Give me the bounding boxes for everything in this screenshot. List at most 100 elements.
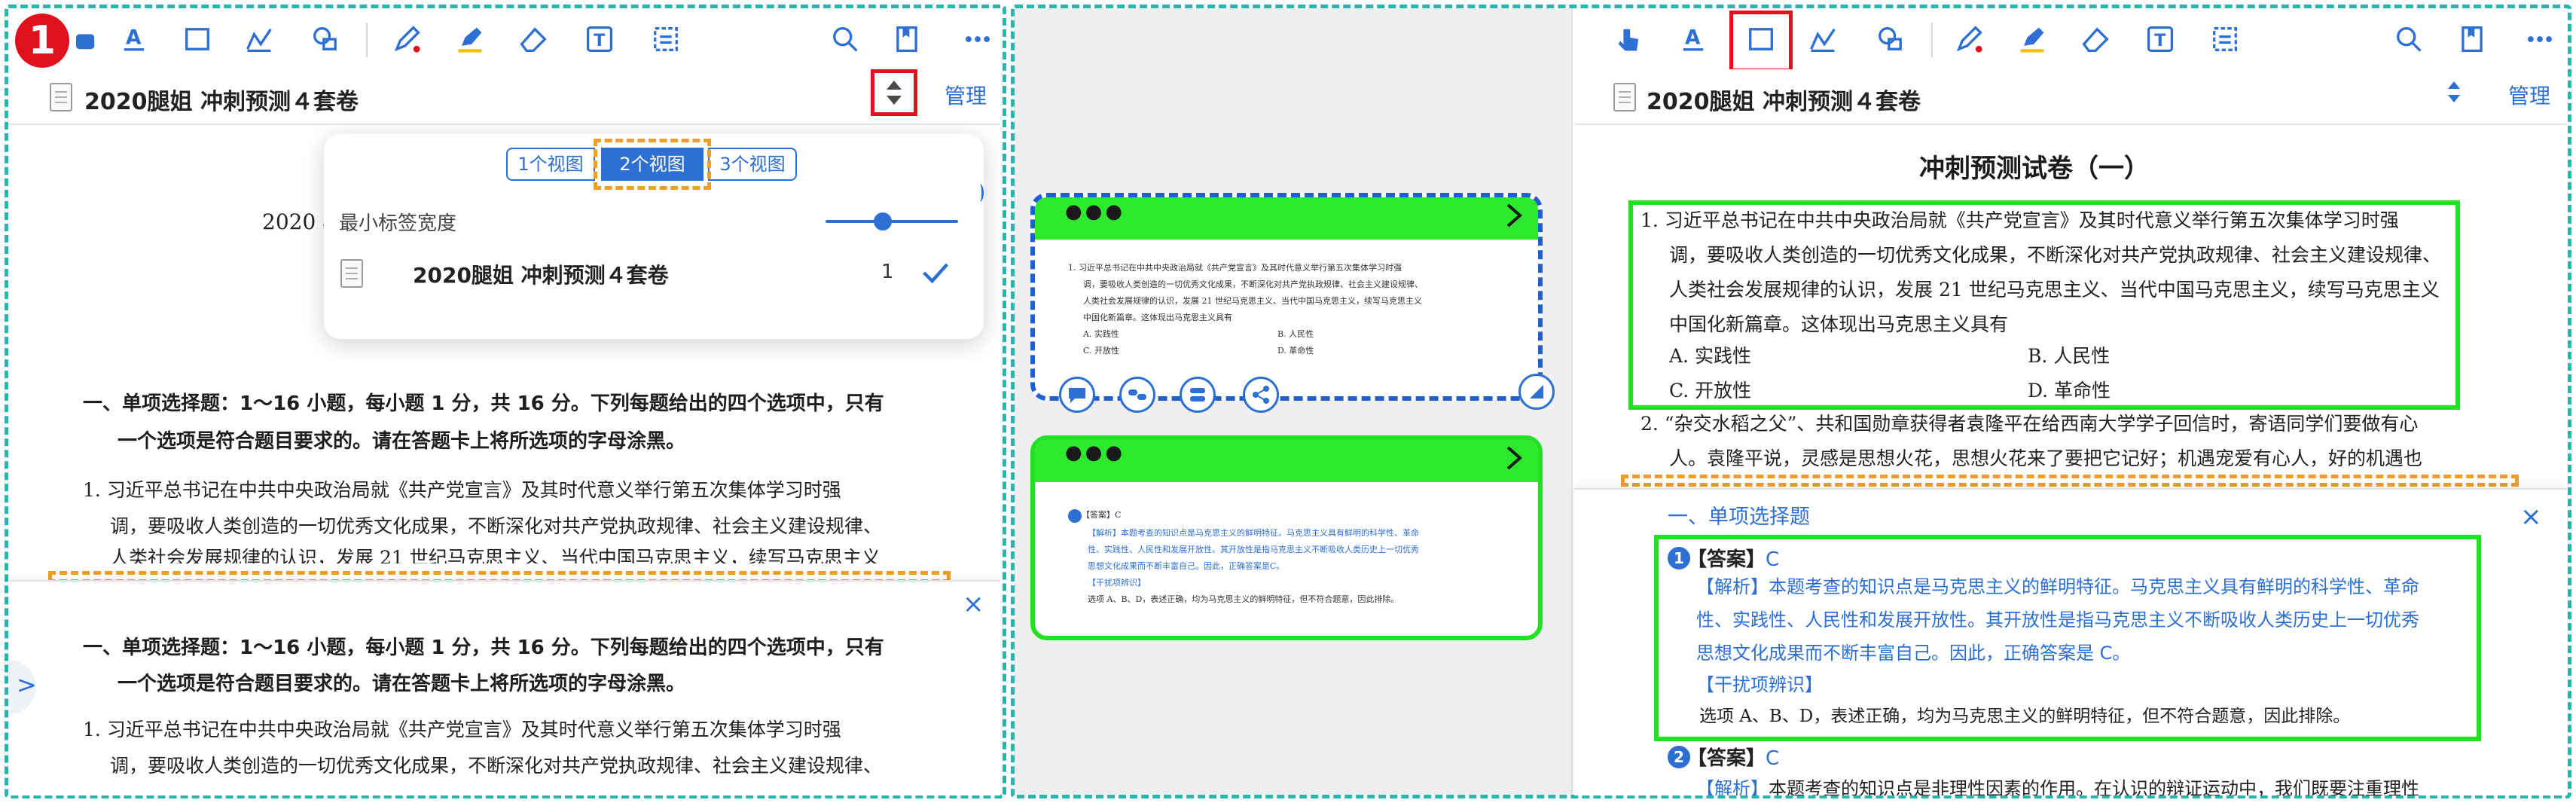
right-question-2-line-1: 2. “杂交水稻之父”、共和国勋章获得者袁隆平在给西南大学学子回信时，寄语同学们… [1641,413,2419,435]
tab-sort-button[interactable] [871,70,917,115]
tab-sort-button[interactable] [2431,69,2477,114]
right-question-1-line-1: 1. 习近平总书记在中共中央政治局就《共产党宣言》及其时代意义举行第五次集体学习… [1641,209,2399,231]
share-button[interactable] [1243,377,1279,413]
side-expand-arrow-icon: > [17,670,37,699]
link-button[interactable] [1119,377,1155,413]
shapes-icon[interactable] [1871,20,1910,59]
bottom-section-heading-line-2: 一个选项是符合题目要求的。请在答题卡上将所选项的字母涂黑。 [118,673,686,695]
rectangle-select-icon[interactable] [1741,20,1781,59]
svg-text:A: A [1685,26,1701,50]
eraser-icon[interactable] [2076,20,2115,59]
bottom-section-heading-line-1: 一、单项选择题：1～16 小题，每小题 1 分，共 16 分。下列每题给出的四个… [83,637,884,659]
svg-text:T: T [594,32,605,50]
answer-1-distractor-text: 选项 A、B、D，表述正确，均为马克思主义的鲜明特征，但不符合题意，因此排除。 [1699,707,2351,726]
tab-width-slider-knob[interactable] [874,212,892,231]
right-question-1-line-3: 人类社会发展规律的认识，发展 21 世纪马克思主义、当代中国马克思主义，续写马克… [1669,279,2440,301]
answer-card-arrow-icon[interactable] [1502,443,1525,476]
right-option-a: A. 实践性 [1669,345,1751,367]
pointer-icon[interactable] [1609,20,1648,59]
question-card-arrow-icon[interactable] [1502,200,1525,234]
search-icon-partial [976,184,984,202]
step-badge-1: 1 [15,14,69,68]
more-icon[interactable] [958,20,997,59]
answer-1-analysis-3: 思想文化成果而不断丰富自己。因此，正确答案是 C。 [1696,643,2131,664]
svg-text:T: T [2154,32,2165,50]
popup-document-icon [340,259,363,288]
answer-1-letter: C [1766,548,1780,571]
right-option-b: B. 人民性 [2028,345,2111,367]
right-question-1-line-4: 中国化新篇章。这体现出马克思主义具有 [1669,313,2009,335]
chart-icon[interactable] [240,20,279,59]
card1-option-a: A. 实践性 [1083,329,1119,339]
answer-1-analysis-1: 【解析】本题考查的知识点是马克思主义的鲜明特征。马克思主义具有鲜明的科学性、革命 [1696,576,2419,597]
svg-text:A: A [126,26,142,50]
toolbar-divider [366,23,368,57]
card1-option-d: D. 革命性 [1277,346,1314,356]
checkmark-icon [919,256,952,292]
answer-1-label-text: 【答案】 [1687,548,1766,571]
answer-1-distractor-heading: 【干扰项辨识】 [1696,674,1823,695]
card2-answer: 【答案】C [1082,510,1122,520]
bookmark-icon[interactable] [887,20,926,59]
document-tab-title[interactable]: 2020腿姐 冲刺预测４套卷 [84,83,359,116]
answer-2-letter: C [1766,747,1780,770]
document-tab-title[interactable]: 2020腿姐 冲刺预测４套卷 [1647,83,1921,116]
highlighter-icon[interactable] [450,20,490,59]
section-heading-line-1: 一、单项选择题：1～16 小题，每小题 1 分，共 16 分。下列每题给出的四个… [83,392,884,415]
answer-2-label: 【答案】C [1687,743,1779,771]
popup-tab-count: 1 [881,261,894,283]
comment-button[interactable] [1059,377,1095,413]
tab-width-slider-track[interactable] [826,220,958,223]
card2-distractor-text: 选项 A、B、D，表述正确，均为马克思主义的鲜明特征，但不符合题意，因此排除。 [1088,594,1399,604]
search-icon[interactable] [2389,20,2428,59]
chart-icon[interactable] [1803,20,1842,59]
text-underline-icon[interactable]: A [114,20,154,59]
eraser-icon[interactable] [514,20,553,59]
answer-1-analysis-2: 性、实践性、人民性和发展开放性。其开放性是指马克思主义不断吸收人类历史上一切优秀 [1696,609,2419,630]
toolbar-divider [1931,23,1933,57]
close-answer-panel-button[interactable]: × [2520,502,2542,532]
middle-divider [1571,8,1573,795]
card1-line-4: 中国化新篇章。这体现出马克思主义具有 [1083,313,1232,322]
two-view-highlight [594,139,711,190]
pointer-icon[interactable] [65,20,104,59]
textbox-icon[interactable]: T [2141,20,2180,59]
card1-line-1: 1. 习近平总书记在中共中央政治局就《共产党宣言》及其时代意义举行第五次集体学习… [1068,263,1402,273]
question-card-drag-dots[interactable]: ●●● [1065,200,1125,223]
card1-option-c: C. 开放性 [1083,346,1120,356]
answer-2-analysis: 【解析】本题考查的知识点是非理性因素的作用。在认识的辩证运动中，我们既要注重理性 [1696,778,2419,795]
text-underline-icon[interactable]: A [1674,20,1713,59]
ocr-icon[interactable] [2205,20,2245,59]
question-1-line-2: 调，要吸收人类创造的一切优秀文化成果，不断深化对共产党执政规律、社会主义建设规律… [110,515,883,537]
right-question-1-line-2: 调，要吸收人类创造的一切优秀文化成果，不断深化对共产党执政规律、社会主义建设规律… [1669,244,2442,266]
bookmark-icon[interactable] [2452,20,2492,59]
highlighter-icon[interactable] [2013,20,2052,59]
pen-icon[interactable] [1949,20,1988,59]
card2-analysis-2: 性、实践性、人民性和发展开放性。其开放性是指马克思主义不断吸收人类历史上一切优秀 [1088,545,1419,554]
view-option-3[interactable]: 3个视图 [708,148,797,181]
exam-title: 冲刺预测试卷（一） [1919,154,2150,184]
middle-background [1015,8,1572,795]
textbox-icon[interactable]: T [580,20,619,59]
view-option-1[interactable]: 1个视图 [506,148,595,181]
rectangle-select-icon[interactable] [178,20,217,59]
question-1-line-1: 1. 习近平总书记在中共中央政治局就《共产党宣言》及其时代意义举行第五次集体学习… [83,479,841,501]
card2-analysis-3: 思想文化成果而不断丰富自己。因此，正确答案是C。 [1088,561,1285,571]
section-heading-line-2: 一个选项是符合题目要求的。请在答题卡上将所选项的字母涂黑。 [118,430,686,453]
ocr-icon[interactable] [646,20,685,59]
manage-link[interactable]: 管理 [945,80,987,110]
pen-icon[interactable] [387,20,426,59]
more-icon[interactable] [2520,20,2559,59]
group-button[interactable] [1180,377,1216,413]
popup-tab-item[interactable]: 2020腿姐 冲刺预测４套卷 [413,259,669,289]
right-option-c: C. 开放性 [1669,380,1752,402]
answer-card-drag-dots[interactable]: ●●● [1065,441,1125,464]
card2-distractor-heading: 【干扰项辨识】 [1088,578,1146,588]
search-icon[interactable] [826,20,865,59]
shapes-icon[interactable] [306,20,345,59]
resize-handle[interactable] [1518,374,1555,410]
bottom-question-1-line-2: 调，要吸收人类创造的一切优秀文化成果，不断深化对共产党执政规律、社会主义建设规律… [110,755,883,777]
min-tab-width-label: 最小标签宽度 [339,212,457,235]
close-bottom-panel-button[interactable]: × [963,589,984,619]
manage-link[interactable]: 管理 [2508,80,2550,110]
